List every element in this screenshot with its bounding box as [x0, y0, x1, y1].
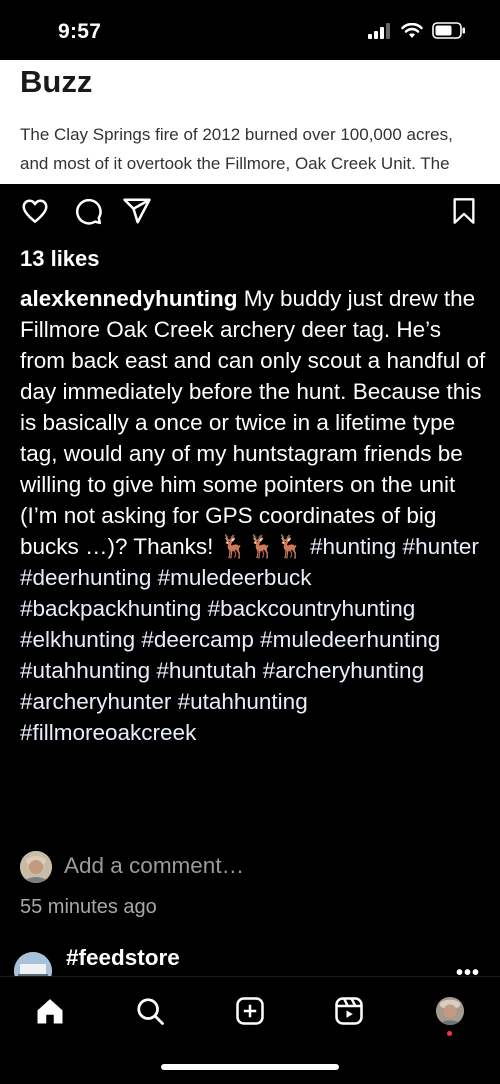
status-icons	[368, 22, 466, 39]
search-icon[interactable]	[132, 993, 168, 1029]
create-icon[interactable]	[232, 993, 268, 1029]
card-title: Buzz	[20, 64, 93, 99]
home-indicator[interactable]	[161, 1064, 339, 1070]
heart-icon[interactable]	[20, 196, 50, 226]
post-caption: alexkennedyhunting My buddy just drew th…	[20, 283, 490, 748]
wifi-icon	[401, 22, 423, 38]
status-time: 9:57	[58, 20, 102, 43]
post-timestamp: 55 minutes ago	[20, 896, 157, 918]
add-comment-row[interactable]: Add a comment…	[20, 851, 480, 885]
battery-icon	[432, 22, 465, 39]
link-preview-card[interactable]: Buzz The Clay Springs fire of 2012 burne…	[0, 60, 500, 184]
card-text: The Clay Springs fire of 2012 burned ove…	[20, 125, 453, 184]
likes-count[interactable]: 13 likes	[20, 246, 100, 272]
reels-icon[interactable]	[331, 993, 367, 1029]
bookmark-icon[interactable]	[450, 196, 478, 226]
caption-text: My buddy just drew the Fillmore Oak Cree…	[20, 286, 486, 559]
home-icon[interactable]	[32, 993, 68, 1029]
hashtag-name[interactable]: #feedstore	[66, 945, 180, 971]
notification-dot	[447, 1031, 452, 1036]
caption-username[interactable]: alexkennedyhunting	[20, 286, 238, 311]
comment-icon[interactable]	[73, 196, 103, 226]
profile-avatar[interactable]	[432, 993, 468, 1029]
post-actions	[0, 196, 500, 236]
status-bar: 9:57	[0, 0, 500, 60]
cellular-signal-icon	[368, 22, 390, 39]
avatar	[20, 851, 52, 883]
comment-input[interactable]: Add a comment…	[64, 853, 244, 879]
next-post-header: #feedstore •••	[0, 942, 500, 990]
send-icon[interactable]	[122, 196, 152, 226]
caption-hashtags[interactable]: #hunting #hunter #deerhunting #muledeerb…	[20, 534, 479, 745]
